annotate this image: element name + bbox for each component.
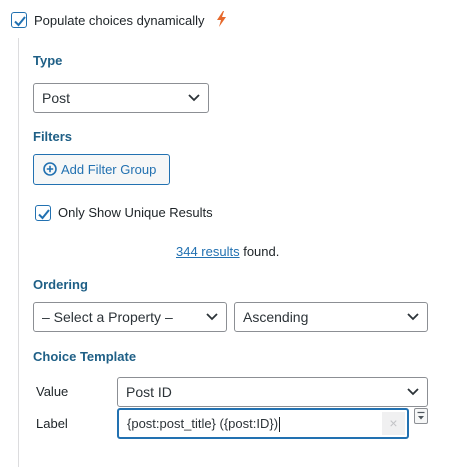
populate-label: Populate choices dynamically	[34, 13, 205, 28]
merge-tag-icon[interactable]	[414, 408, 428, 424]
add-filter-group-button[interactable]: Add Filter Group	[33, 154, 170, 185]
label-template-input[interactable]: {post:post_title} ({post:ID}) ×	[117, 408, 409, 439]
results-count: 344 results found.	[176, 244, 279, 260]
chevron-down-icon	[206, 313, 218, 321]
chevron-down-icon	[407, 388, 419, 396]
ordering-direction-value: Ascending	[243, 309, 309, 325]
merge-tag-dropdown-icon	[417, 411, 425, 420]
ordering-direction-select[interactable]: Ascending	[234, 302, 428, 332]
chevron-down-icon	[188, 94, 200, 102]
unique-results-checkbox[interactable]	[35, 205, 51, 221]
label-row-label: Label	[36, 416, 68, 431]
choice-template-title: Choice Template	[33, 349, 137, 364]
populate-checkbox[interactable]	[11, 12, 27, 28]
checkmark-icon	[38, 209, 50, 220]
plus-circle-icon	[43, 162, 57, 176]
chevron-down-icon	[407, 313, 419, 321]
results-link[interactable]: 344 results	[176, 244, 240, 259]
filters-title: Filters	[33, 129, 73, 144]
type-title: Type	[33, 53, 63, 68]
lightning-bolt-icon	[217, 11, 226, 27]
value-select-value: Post ID	[126, 384, 172, 400]
ordering-title: Ordering	[33, 277, 88, 292]
value-row-label: Value	[36, 384, 69, 399]
label-template-value: {post:post_title} ({post:ID})	[127, 416, 279, 431]
add-filter-group-label: Add Filter Group	[61, 162, 157, 177]
unique-results-label: Only Show Unique Results	[58, 205, 213, 220]
text-caret	[279, 417, 281, 433]
results-suffix: found.	[239, 244, 280, 259]
populate-choices-panel: Populate choices dynamically Type Post F…	[0, 0, 451, 467]
value-select[interactable]: Post ID	[117, 377, 428, 407]
type-select-value: Post	[42, 90, 71, 106]
ordering-property-value: – Select a Property –	[42, 309, 173, 325]
checkmark-icon	[14, 16, 26, 27]
type-select[interactable]: Post	[33, 83, 209, 113]
clear-icon[interactable]: ×	[382, 412, 405, 435]
ordering-property-select[interactable]: – Select a Property –	[33, 302, 227, 332]
